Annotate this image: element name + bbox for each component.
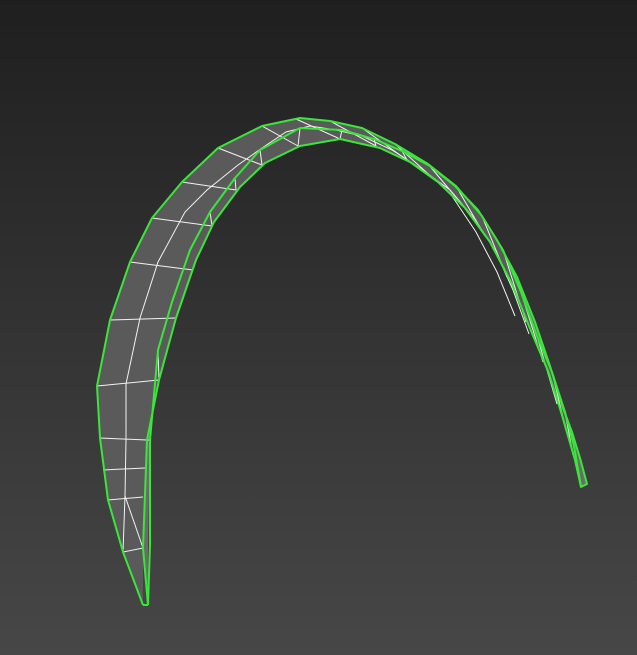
- mesh-top-face: [97, 118, 581, 605]
- perspective-viewport[interactable]: [0, 0, 637, 655]
- selection-outline: [96, 117, 588, 606]
- mesh-canvas[interactable]: [0, 0, 637, 655]
- arch-mesh[interactable]: [96, 117, 588, 606]
